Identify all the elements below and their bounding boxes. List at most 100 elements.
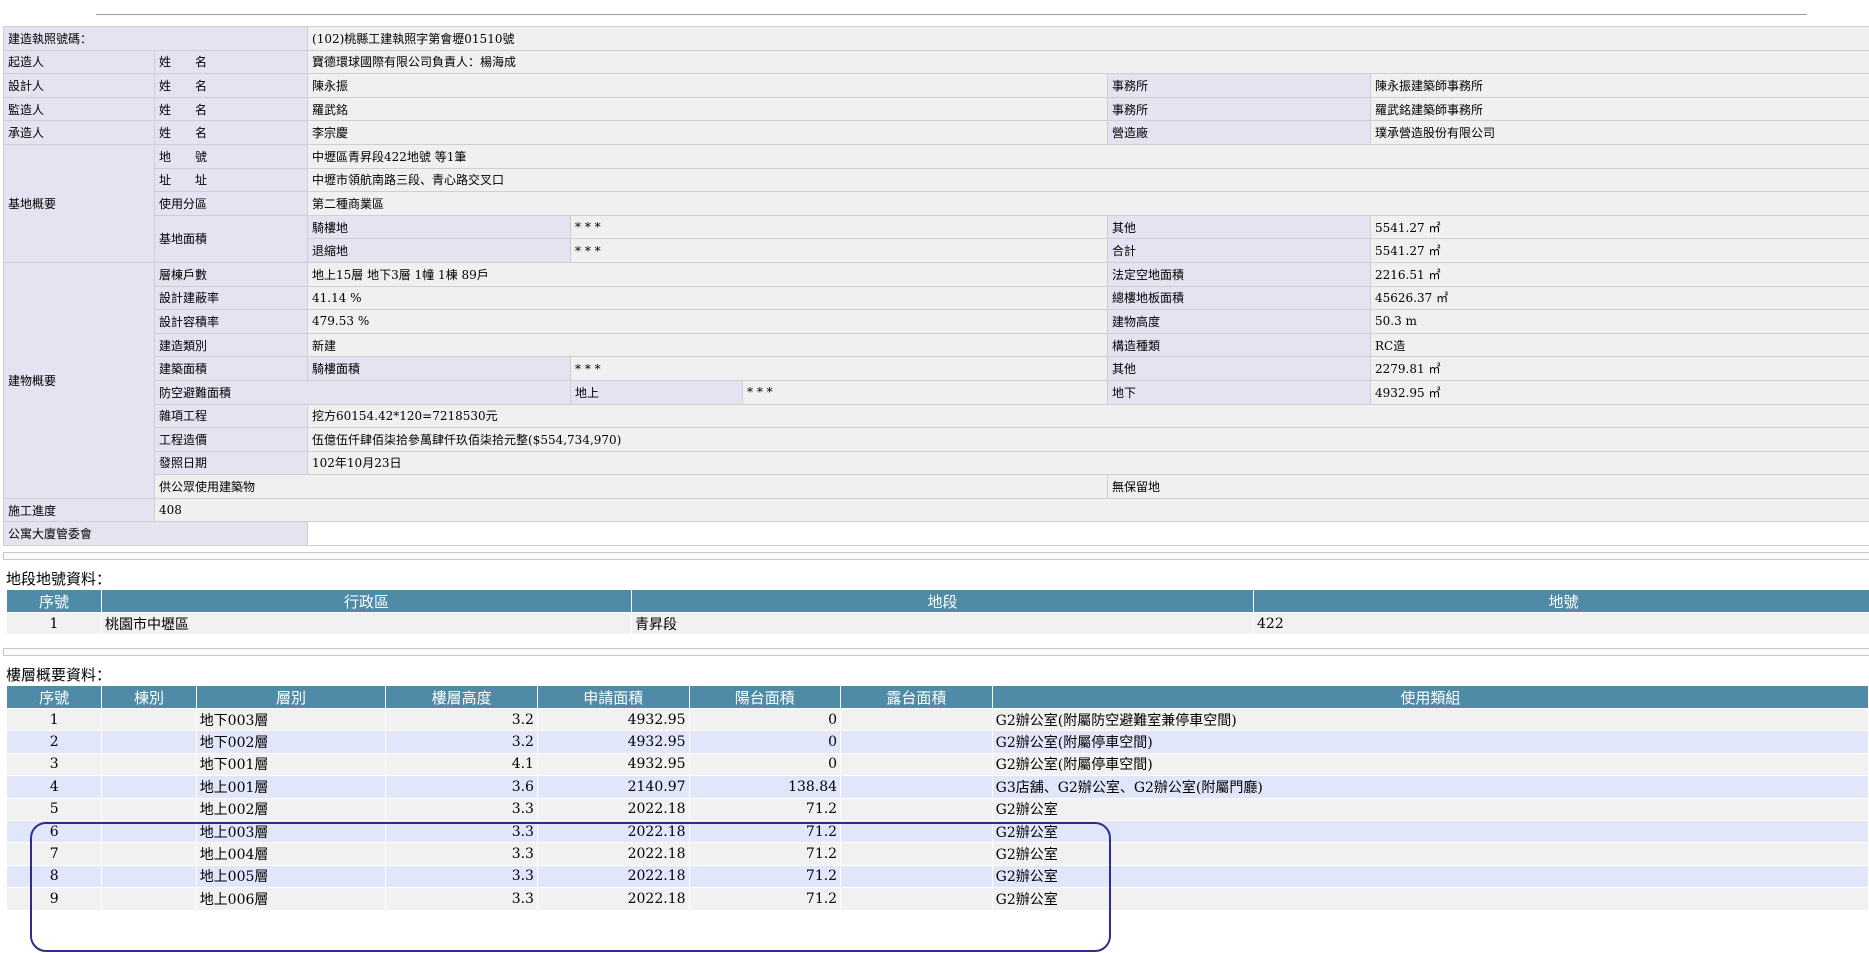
site-lot-label: 地 號 [155, 144, 308, 168]
contractor-office: 璞承營造股份有限公司 [1371, 121, 1869, 144]
site-address-value: 中壢市領航南路三段、青心路交叉口 [308, 168, 1869, 192]
floor-table-header: 序號 棟別 層別 樓層高度 申請面積 陽台面積 露台面積 使用類組 [7, 686, 1868, 708]
floor-cell-balcony: 71.2 [689, 843, 841, 865]
progress-label: 施工進度 [4, 498, 154, 522]
floor-cell-no: 8 [7, 865, 102, 888]
clipped-page-heading [0, 0, 1869, 3]
floor-cell-building [102, 798, 196, 820]
table-row: 6 地上003層 3.3 2022.18 71.2 G2辦公室 [7, 820, 1868, 843]
far-label: 設計容積率 [155, 310, 308, 333]
floor-cell-building [102, 753, 196, 776]
table-row: 1 地下003層 3.2 4932.95 0 G2辦公室(附屬防空避難室兼停車空間) [7, 709, 1868, 731]
building-section-label: 建物概要 [4, 262, 154, 498]
designer-name-label: 姓 名 [155, 74, 308, 97]
land-col-lot: 地號 [1254, 590, 1869, 612]
structure-value: RC造 [1371, 333, 1869, 357]
structure-label: 構造種類 [1108, 333, 1371, 357]
progress-value: 408 [155, 498, 1869, 522]
public-building-label: 供公眾使用建築物 [155, 475, 1108, 498]
cost-label: 工程造價 [155, 428, 308, 451]
far-value: 479.53 % [308, 310, 1108, 333]
shelter-below-label: 地下 [1108, 380, 1371, 404]
site-other-label: 其他 [1108, 215, 1371, 239]
floor-cell-building [102, 888, 196, 910]
floor-cell-usage: G2辦公室 [992, 888, 1868, 910]
site-address-label: 址 址 [155, 168, 308, 192]
section-divider-2 [3, 648, 1869, 656]
table-row: 9 地上006層 3.3 2022.18 71.2 G2辦公室 [7, 888, 1868, 910]
shelter-label: 防空避難面積 [155, 380, 571, 404]
site-zoning-value: 第二種商業區 [308, 192, 1869, 215]
floor-cell-building [102, 820, 196, 843]
floor-cell-no: 9 [7, 888, 102, 910]
shelter-above-value: * * * [743, 380, 1108, 404]
type-label: 建造類別 [155, 333, 308, 357]
floor-col-level: 層別 [196, 686, 386, 708]
coverage-label: 設計建蔽率 [155, 286, 308, 310]
floor-cell-height: 3.3 [386, 798, 537, 820]
top-strip [0, 0, 1869, 22]
floor-col-area: 申請面積 [537, 686, 689, 708]
floor-cell-level: 地上002層 [196, 798, 386, 820]
land-col-no: 序號 [7, 590, 101, 612]
bldg-area-label: 建築面積 [155, 357, 308, 380]
floor-cell-terrace [841, 888, 992, 910]
land-cell-district: 桃園市中壢區 [102, 613, 631, 635]
site-zoning-label: 使用分區 [155, 192, 308, 215]
shelter-above-label: 地上 [571, 380, 743, 404]
floor-cell-usage: G2辦公室(附屬停車空間) [992, 753, 1868, 776]
floor-cell-usage: G2辦公室 [992, 820, 1868, 843]
floor-cell-no: 3 [7, 753, 102, 776]
table-row: 2 地下002層 3.2 4932.95 0 G2辦公室(附屬停車空間) [7, 731, 1868, 753]
site-arcade-label: 騎樓地 [308, 215, 571, 239]
floor-cell-area: 2022.18 [537, 798, 689, 820]
floor-cell-no: 6 [7, 820, 102, 843]
floors-label: 層棟戶數 [155, 262, 308, 286]
designer-name: 陳永振 [308, 74, 1108, 97]
issue-value: 102年10月23日 [308, 451, 1869, 475]
floor-cell-usage: G2辦公室 [992, 843, 1868, 865]
land-cell-lot: 422 [1254, 613, 1869, 635]
floor-cell-no: 1 [7, 709, 102, 731]
land-section-title: 地段地號資料： [6, 570, 112, 588]
floor-cell-terrace [841, 709, 992, 731]
floor-cell-terrace [841, 820, 992, 843]
shelter-below-value: 4932.95 ㎡ [1371, 380, 1869, 404]
floor-section-title: 樓層概要資料： [6, 666, 112, 684]
floor-cell-balcony: 138.84 [689, 776, 841, 798]
floor-cell-height: 3.2 [386, 709, 537, 731]
floor-cell-no: 2 [7, 731, 102, 753]
supervisor-name-label: 姓 名 [155, 97, 308, 121]
site-total-label: 合計 [1108, 239, 1371, 262]
bldg-arcade-label: 騎樓面積 [308, 357, 571, 380]
floor-cell-terrace [841, 731, 992, 753]
floor-cell-height: 3.3 [386, 888, 537, 910]
floor-col-balcony: 陽台面積 [689, 686, 841, 708]
table-row: 4 地上001層 3.6 2140.97 138.84 G3店舖、G2辦公室、G2辦公室(… [7, 776, 1868, 798]
floor-cell-height: 3.2 [386, 731, 537, 753]
floor-cell-area: 2022.18 [537, 865, 689, 888]
floor-cell-usage: G2辦公室(附屬防空避難室兼停車空間) [992, 709, 1868, 731]
floor-cell-terrace [841, 865, 992, 888]
bldg-other-value: 2279.81 ㎡ [1371, 357, 1869, 380]
applicant-name: 寶德環球國際有限公司負責人：楊海成 [308, 50, 1869, 74]
floor-cell-terrace [841, 776, 992, 798]
contractor-office-label: 營造廠 [1108, 121, 1371, 144]
supervisor-office: 羅武銘建築師事務所 [1371, 97, 1869, 121]
floor-cell-balcony: 0 [689, 709, 841, 731]
floor-cell-no: 7 [7, 843, 102, 865]
land-table-header: 序號 行政區 地段 地號 [7, 590, 1869, 612]
floor-cell-no: 4 [7, 776, 102, 798]
floor-col-usage: 使用類組 [992, 686, 1868, 708]
issue-label: 發照日期 [155, 451, 308, 475]
floor-cell-level: 地下001層 [196, 753, 386, 776]
floor-cell-building [102, 843, 196, 865]
floor-cell-terrace [841, 843, 992, 865]
supervisor-name: 羅武銘 [308, 97, 1108, 121]
contractor-role: 承造人 [4, 121, 154, 144]
floor-cell-area: 2140.97 [537, 776, 689, 798]
floor-cell-level: 地下002層 [196, 731, 386, 753]
floor-cell-usage: G2辦公室 [992, 865, 1868, 888]
applicant-name-label: 姓 名 [155, 50, 308, 74]
floor-cell-balcony: 71.2 [689, 888, 841, 910]
